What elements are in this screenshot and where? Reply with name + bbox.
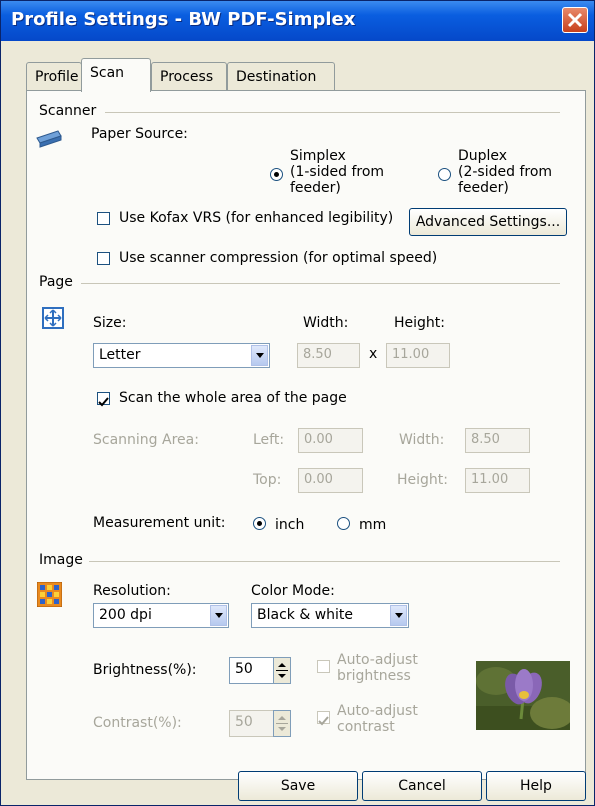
contrast-field[interactable]: 50 <box>229 710 274 737</box>
help-button[interactable]: Help <box>486 771 586 801</box>
advanced-settings-button[interactable]: Advanced Settings... <box>409 208 567 236</box>
width-label: Width: <box>303 315 349 331</box>
size-label: Size: <box>93 315 127 331</box>
area-width-label: Width: <box>399 432 445 448</box>
image-divider <box>89 561 560 562</box>
scan-whole-area-checkbox[interactable] <box>97 392 110 407</box>
page-divider <box>81 283 560 284</box>
page-size-value: Letter <box>99 347 141 363</box>
use-kofax-vrs-label: Use Kofax VRS (for enhanced legibility) <box>119 210 394 226</box>
page-width-field[interactable]: 8.50 <box>297 343 360 368</box>
auto-adjust-brightness-label: Auto-adjust brightness <box>337 652 418 684</box>
area-height-field[interactable]: 11.00 <box>465 468 530 493</box>
flower-preview-image <box>476 661 570 730</box>
page-size-icon <box>42 307 64 329</box>
area-width-field[interactable]: 8.50 <box>465 428 530 453</box>
simplex-radio[interactable] <box>270 168 283 181</box>
area-height-label: Height: <box>397 472 448 488</box>
top-label: Top: <box>253 472 282 488</box>
use-scanner-compression-checkbox[interactable] <box>97 252 110 265</box>
brightness-spinner[interactable] <box>273 657 291 684</box>
title-bar: Profile Settings - BW PDF-Simplex <box>1 1 594 41</box>
dialog-body: Profile Scan Process Destination Scanner… <box>6 41 589 803</box>
checkmark-icon <box>98 397 109 407</box>
simplex-label: Simplex (1-sided from feeder) <box>290 148 385 196</box>
color-mode-dropdown-button[interactable] <box>390 605 407 626</box>
tab-destination[interactable]: Destination <box>227 62 335 90</box>
inch-radio[interactable] <box>253 517 266 530</box>
height-label: Height: <box>394 315 445 331</box>
chevron-down-icon <box>395 613 403 618</box>
image-grid-icon <box>37 582 62 607</box>
left-label: Left: <box>253 432 285 448</box>
page-height-field[interactable]: 11.00 <box>386 343 450 368</box>
mm-label: mm <box>359 517 387 533</box>
scan-whole-area-label: Scan the whole area of the page <box>119 390 347 406</box>
scanner-icon <box>36 130 62 148</box>
chevron-down-icon <box>215 613 223 618</box>
page-size-select[interactable]: Letter <box>93 343 270 368</box>
use-kofax-vrs-checkbox[interactable] <box>97 212 110 225</box>
auto-adjust-brightness-checkbox[interactable] <box>317 660 330 673</box>
checkmark-icon <box>318 716 329 726</box>
top-field[interactable]: 0.00 <box>298 468 363 493</box>
profile-settings-window: Profile Settings - BW PDF-Simplex Profil… <box>0 0 595 806</box>
brightness-field[interactable]: 50 <box>229 657 274 684</box>
left-field[interactable]: 0.00 <box>298 428 363 453</box>
brightness-label: Brightness(%): <box>93 662 197 678</box>
color-mode-value: Black & white <box>257 607 354 623</box>
color-mode-select[interactable]: Black & white <box>251 603 409 628</box>
scanning-area-label: Scanning Area: <box>93 432 199 448</box>
cancel-button[interactable]: Cancel <box>362 771 482 801</box>
inch-label: inch <box>275 517 305 533</box>
resolution-value: 200 dpi <box>99 607 152 623</box>
times-label: x <box>369 346 378 362</box>
page-size-dropdown-button[interactable] <box>251 345 268 366</box>
duplex-radio[interactable] <box>438 168 451 181</box>
color-mode-label: Color Mode: <box>251 583 335 599</box>
measurement-unit-label: Measurement unit: <box>93 515 226 531</box>
scan-tab-panel: Scanner Paper Source: Simplex (1-sided f… <box>26 90 586 780</box>
page-section-title: Page <box>39 274 73 290</box>
close-button[interactable] <box>562 7 588 33</box>
tab-scan[interactable]: Scan <box>81 58 151 92</box>
auto-adjust-contrast-checkbox[interactable] <box>317 711 330 726</box>
mm-radio[interactable] <box>337 517 350 530</box>
resolution-label: Resolution: <box>93 583 171 599</box>
chevron-down-icon <box>256 353 264 358</box>
save-button[interactable]: Save <box>238 771 358 801</box>
tab-profile[interactable]: Profile <box>26 62 82 90</box>
spinner-arrows-icon <box>276 663 288 678</box>
image-section-title: Image <box>39 552 83 568</box>
resolution-select[interactable]: 200 dpi <box>93 603 229 628</box>
scanner-section-title: Scanner <box>39 103 97 119</box>
use-scanner-compression-label: Use scanner compression (for optimal spe… <box>119 250 438 266</box>
contrast-label: Contrast(%): <box>93 715 182 731</box>
spinner-arrows-icon <box>276 716 288 731</box>
close-icon <box>567 12 583 28</box>
tab-process[interactable]: Process <box>151 62 227 90</box>
paper-source-label: Paper Source: <box>91 126 188 142</box>
resolution-dropdown-button[interactable] <box>210 605 227 626</box>
contrast-spinner[interactable] <box>273 710 291 737</box>
window-title: Profile Settings - BW PDF-Simplex <box>11 9 356 30</box>
scanner-divider <box>105 112 560 113</box>
duplex-label: Duplex (2-sided from feeder) <box>458 148 553 196</box>
auto-adjust-contrast-label: Auto-adjust contrast <box>337 703 418 735</box>
